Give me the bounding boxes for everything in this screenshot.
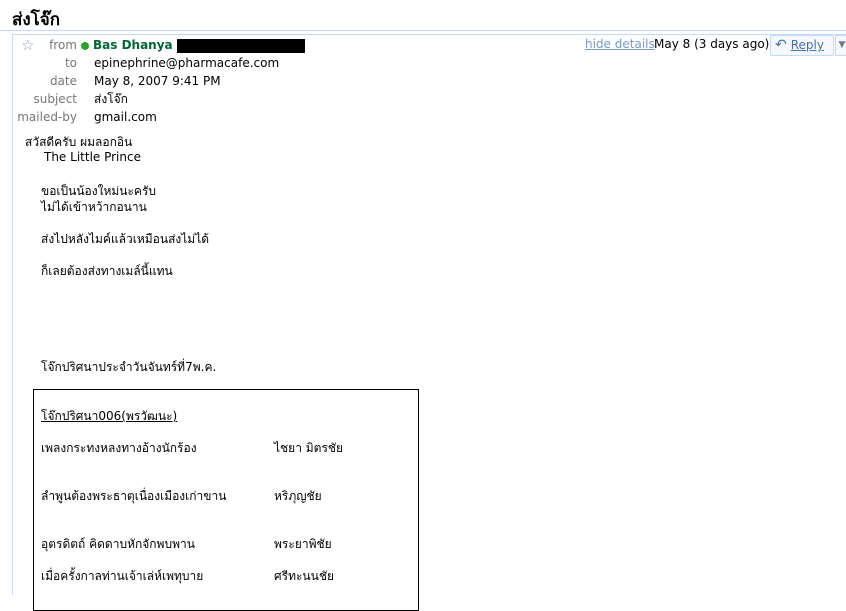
to-row: to epinephrine@pharmacafe.com [13,54,573,72]
reply-label: Reply [790,38,824,52]
table-clue: อุตรดิตถ์ คิดดาบหักจักพบพาน [41,537,195,551]
date-row: date May 8, 2007 9:41 PM [13,72,573,90]
message-card: ☆ from Bas Dhanya to epinephrine@pharmac… [12,34,846,611]
subject-value: ส่งโจ๊ก [94,92,128,106]
table-answer: หริภุญชัย [274,489,322,503]
page-title: ส่งโจ๊ก [12,10,61,30]
from-label: from [49,38,77,52]
reply-button[interactable]: ↶ Reply [770,35,834,56]
chevron-down-icon: ▼ [838,40,846,50]
to-label: to [64,56,77,70]
date-label: date [49,74,77,88]
sender-name[interactable]: Bas Dhanya [93,38,173,52]
body-line: ไม่ได้เข้าหว้ากอนาน [41,200,147,214]
mailedby-row: mailed-by gmail.com [13,108,573,126]
table-answer: ไชยา มิตรชัย [274,441,344,455]
table-answer: พระยาพิชัย [274,537,332,551]
from-value[interactable]: Bas Dhanya [81,36,305,54]
table-clue: ลำพูนต้องพระธาตุเนื่องเมืองเก่าขาน [41,489,227,503]
subject-row: subject ส่งโจ๊ก [13,90,573,108]
table-answer: ศรีทะนนชัย [274,569,334,583]
table-clue: เพลงกระทงหลงทางอ้างนักร้อง [41,441,197,455]
body-line: โจ๊กปริศนาประจำวันจันทร์ที่7พ.ค. [41,360,217,374]
table-clue: เมื่อครั้งกาลท่านเจ้าเล่ห์เพทุบาย [41,569,204,583]
mailedby-label: mailed-by [17,110,77,124]
date-value: May 8, 2007 9:41 PM [94,74,221,88]
mailedby-value: gmail.com [94,110,157,124]
reply-arrow-icon: ↶ [775,37,787,53]
more-options-button[interactable]: ▼ [835,35,846,56]
body-line: ก็เลยต้องส่งทางเมล์นี้แทน [41,264,173,278]
table-caption: โจ๊กปริศนา006(พรวัฒนะ) [41,409,178,423]
subject-label: subject [33,92,78,106]
body-line: ส่งไปหลังไมค์แล้วเหมือนส่งไม่ได้ [41,232,210,246]
online-status-icon [81,41,89,50]
date-short: May 8 (3 days ago) [654,37,770,51]
body-line: The Little Prince [44,150,141,164]
hide-details-link[interactable]: hide details [585,37,655,51]
redacted-email [176,38,305,53]
to-value: epinephrine@pharmacafe.com [94,56,280,70]
conversation-divider [0,30,846,31]
riddle-table: โจ๊กปริศนา006(พรวัฒนะ) เพลงกระทงหลงทางอ้… [33,389,419,611]
from-row: from Bas Dhanya [13,36,573,54]
